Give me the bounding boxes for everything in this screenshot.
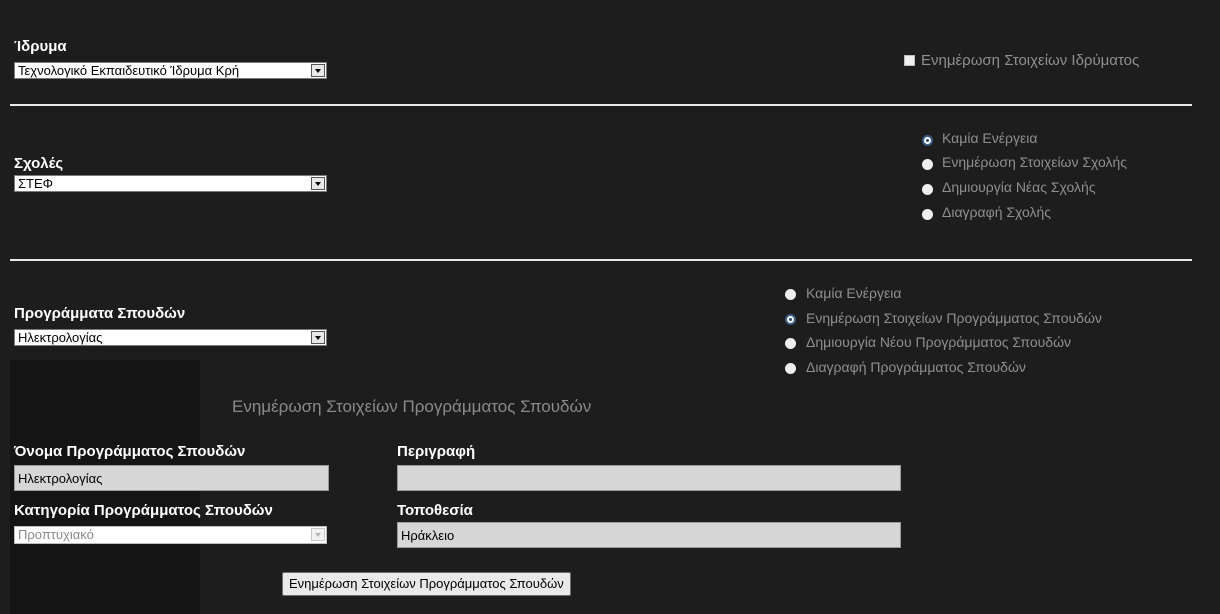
school-action-delete-radio[interactable]	[922, 209, 933, 220]
description-input[interactable]	[397, 465, 901, 491]
schools-select-value: ΣΤΕΦ	[18, 176, 54, 191]
location-input[interactable]: Ηράκλειο	[397, 522, 901, 548]
school-action-label: Δημιουργία Νέας Σχολής	[942, 179, 1096, 195]
school-action-label: Διαγραφή Σχολής	[942, 204, 1052, 220]
chevron-down-icon[interactable]	[311, 64, 325, 77]
divider	[10, 259, 1192, 261]
program-action-update-radio[interactable]	[785, 314, 796, 325]
institution-label: Ίδρυμα	[14, 38, 67, 55]
program-action-label: Ενημέρωση Στοιχείων Προγράμματος Σπουδών	[806, 310, 1102, 326]
program-name-value: Ηλεκτρολογίας	[18, 471, 103, 486]
form-title: Ενημέρωση Στοιχείων Προγράμματος Σπουδών	[232, 397, 592, 416]
programs-label: Προγράμματα Σπουδών	[14, 305, 186, 322]
institution-select[interactable]: Τεχνολογικό Εκπαιδευτικό Ίδρυμα Κρή	[14, 62, 327, 79]
program-action-label: Δημιουργία Νέου Προγράμματος Σπουδών	[806, 334, 1072, 350]
school-action-label: Ενημέρωση Στοιχείων Σχολής	[942, 154, 1128, 170]
category-select-value: Προπτυχιακό	[18, 527, 94, 542]
program-action-create-radio[interactable]	[785, 338, 796, 349]
programs-select-value: Ηλεκτρολογίας	[18, 330, 103, 345]
chevron-down-icon[interactable]	[311, 177, 325, 190]
school-action-update-radio[interactable]	[922, 159, 933, 170]
institution-update-checkbox[interactable]	[904, 55, 915, 66]
schools-label: Σχολές	[14, 155, 64, 172]
location-value: Ηράκλειο	[401, 528, 455, 543]
program-action-delete-radio[interactable]	[785, 363, 796, 374]
divider	[10, 104, 1192, 106]
school-action-none-radio[interactable]	[922, 135, 933, 146]
program-action-label: Καμία Ενέργεια	[806, 285, 902, 301]
chevron-down-icon	[311, 528, 325, 541]
program-name-label: Όνομα Προγράμματος Σπουδών	[14, 443, 246, 460]
update-program-button[interactable]: Ενημέρωση Στοιχείων Προγράμματος Σπουδών	[282, 572, 571, 596]
school-action-create-radio[interactable]	[922, 184, 933, 195]
program-name-input[interactable]: Ηλεκτρολογίας	[14, 465, 329, 491]
program-action-none-radio[interactable]	[785, 289, 796, 300]
category-label: Κατηγορία Προγράμματος Σπουδών	[14, 502, 273, 519]
chevron-down-icon[interactable]	[311, 331, 325, 344]
description-label: Περιγραφή	[397, 443, 476, 460]
category-select: Προπτυχιακό	[14, 526, 327, 544]
programs-select[interactable]: Ηλεκτρολογίας	[14, 329, 327, 346]
location-label: Τοποθεσία	[397, 502, 473, 519]
school-action-label: Καμία Ενέργεια	[942, 130, 1038, 146]
institution-select-value: Τεχνολογικό Εκπαιδευτικό Ίδρυμα Κρή	[18, 63, 240, 78]
schools-select[interactable]: ΣΤΕΦ	[14, 175, 327, 192]
institution-update-label: Ενημέρωση Στοιχείων Ιδρύματος	[921, 52, 1140, 69]
program-action-label: Διαγραφή Προγράμματος Σπουδών	[806, 359, 1026, 375]
